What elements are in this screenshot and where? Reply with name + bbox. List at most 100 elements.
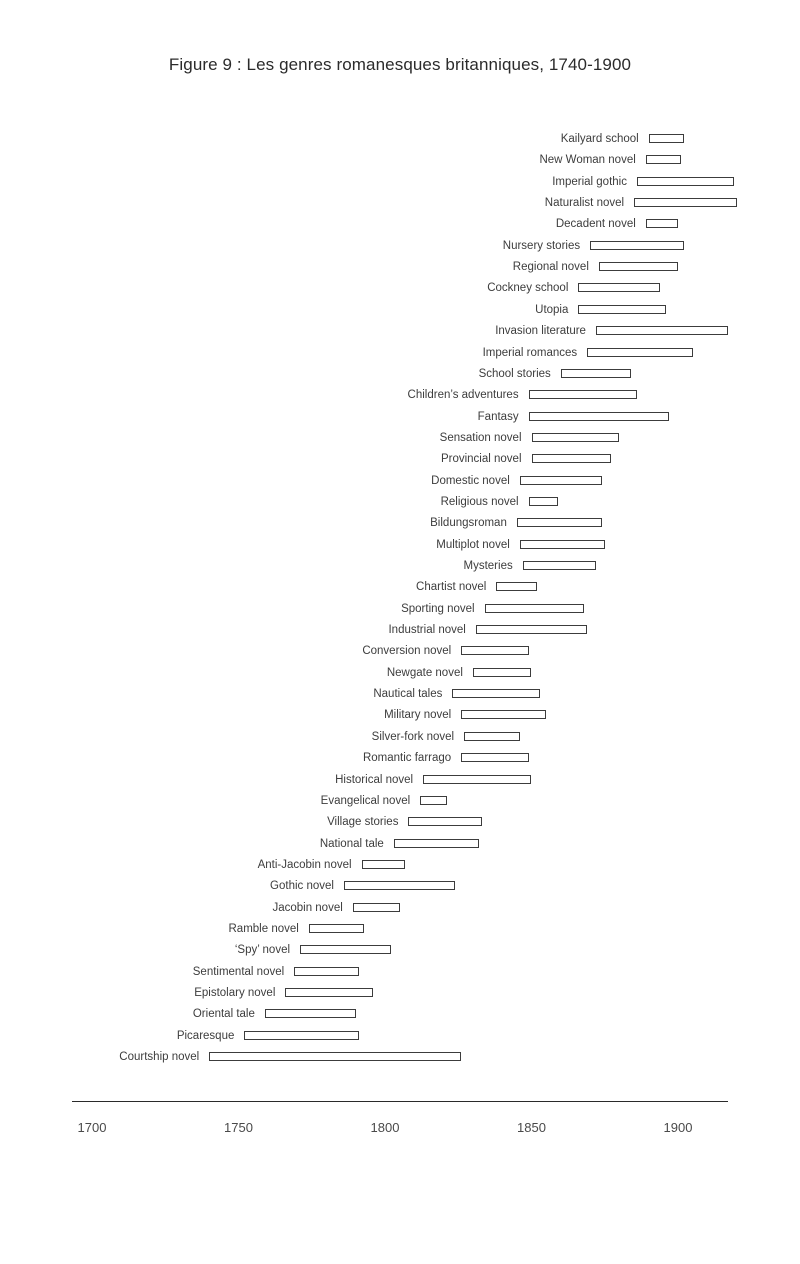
genre-label: Nursery stories	[502, 239, 581, 252]
chart-plot-area: Kailyard school New Woman novel Imperial g…	[0, 0, 800, 1100]
genre-row: Naturalist novel	[0, 193, 800, 214]
genre-row: Silver-fork novel	[0, 727, 800, 748]
genre-range-bar	[636, 176, 734, 186]
genre-range-bar	[361, 859, 406, 869]
genre-range-bar	[648, 134, 684, 143]
genre-label: Sporting novel	[401, 602, 475, 615]
genre-range-bar	[522, 561, 596, 570]
genre-row: Imperial romances	[0, 343, 800, 364]
genre-row: ‘Spy’ novel	[0, 940, 800, 961]
genre-range-bar	[519, 539, 605, 549]
genre-label: Sensation novel	[439, 431, 522, 444]
genre-range-bar	[560, 368, 632, 378]
genre-range-bar	[352, 902, 400, 912]
genre-range-bar	[519, 475, 602, 485]
genre-range-bar	[496, 582, 538, 592]
genre-row: Romantic farrago	[0, 748, 800, 769]
genre-label: Utopia	[535, 303, 569, 316]
genre-range-bar	[393, 838, 479, 848]
genre-label: Invasion literature	[495, 325, 586, 338]
genre-label: Kailyard school	[560, 133, 639, 145]
genre-range-bar	[578, 304, 667, 314]
genre-range-bar	[452, 689, 541, 699]
genre-row: Anti-Jacobin novel	[0, 855, 800, 876]
genre-label: Industrial novel	[388, 624, 466, 637]
genre-row: Sensation novel	[0, 428, 800, 449]
genre-label: Gothic novel	[270, 880, 334, 893]
genre-range-bar	[420, 795, 447, 805]
genre-range-bar	[645, 219, 678, 229]
genre-range-bar	[300, 945, 391, 955]
genre-range-bar	[595, 326, 728, 336]
genre-range-bar	[634, 198, 737, 208]
genre-label: Nautical tales	[373, 688, 443, 701]
genre-label: Regional novel	[512, 261, 589, 274]
genre-row: Epistolary novel	[0, 983, 800, 1004]
genre-label: Imperial gothic	[552, 175, 627, 188]
genre-label: Conversion novel	[362, 645, 452, 658]
genre-label: Romantic farrago	[362, 752, 452, 765]
genre-row: Invasion literature	[0, 321, 800, 342]
genre-range-bar	[264, 1009, 356, 1019]
genre-row: Utopia	[0, 300, 800, 321]
x-axis-tick-label: 1900	[663, 1120, 693, 1135]
genre-label: Courtship novel	[119, 1051, 200, 1064]
x-axis-tick-label: 1850	[517, 1120, 546, 1135]
genre-label: Anti-Jacobin novel	[257, 858, 352, 871]
x-axis-line	[72, 1101, 728, 1102]
genre-range-bar	[528, 411, 670, 421]
genre-row: New Woman novel	[0, 150, 800, 171]
genre-range-bar	[528, 390, 637, 400]
genre-row: Mysteries	[0, 556, 800, 577]
genre-row: Imperial gothic	[0, 172, 800, 193]
genre-label: Fantasy	[477, 410, 519, 423]
genre-range-bar	[423, 774, 532, 784]
genre-range-bar	[285, 988, 374, 997]
genre-range-bar	[475, 625, 588, 635]
genre-label: School stories	[478, 367, 551, 380]
genre-range-bar	[343, 881, 456, 891]
genre-row: Bildungsroman	[0, 513, 800, 534]
genre-row: National tale	[0, 834, 800, 855]
genre-label: ‘Spy’ novel	[234, 944, 291, 957]
genre-label: Bildungsroman	[430, 517, 507, 530]
genre-range-bar	[408, 817, 482, 827]
genre-range-bar	[244, 1030, 359, 1040]
genre-label: Decadent novel	[555, 218, 636, 231]
genre-range-bar	[461, 710, 547, 720]
genre-row: Historical novel	[0, 770, 800, 791]
genre-label: Newgate novel	[386, 666, 463, 679]
genre-row: Courtship novel	[0, 1047, 800, 1068]
genre-row: Kailyard school	[0, 129, 800, 150]
genre-row: Military novel	[0, 705, 800, 726]
genre-row: Village stories	[0, 812, 800, 833]
genre-row: Picaresque	[0, 1026, 800, 1047]
genre-row: Children’s adventures	[0, 385, 800, 406]
genre-range-bar	[516, 518, 602, 528]
genre-row: Conversion novel	[0, 641, 800, 662]
genre-label: Oriental tale	[192, 1008, 255, 1021]
genre-row: Regional novel	[0, 257, 800, 278]
genre-range-bar	[531, 454, 611, 464]
genre-range-bar	[461, 646, 529, 656]
genre-range-bar	[587, 347, 693, 357]
genre-row: Ramble novel	[0, 919, 800, 940]
genre-row: Nautical tales	[0, 684, 800, 705]
genre-label: Military novel	[384, 709, 452, 722]
genre-label: Imperial romances	[482, 346, 578, 359]
genre-range-bar	[294, 966, 359, 976]
genre-range-bar	[598, 262, 678, 272]
genre-row: School stories	[0, 364, 800, 385]
genre-row: Sentimental novel	[0, 962, 800, 983]
x-axis-tick-labels: 1700 1750 1800 1850 1900	[0, 1120, 800, 1144]
genre-label: Naturalist novel	[544, 197, 625, 210]
genre-row: Oriental tale	[0, 1004, 800, 1025]
genre-row: Evangelical novel	[0, 791, 800, 812]
genre-range-bar	[308, 923, 365, 933]
genre-row: Multiplot novel	[0, 535, 800, 556]
genre-range-bar	[461, 753, 529, 763]
genre-label: National tale	[319, 837, 384, 850]
genre-label: Mysteries	[463, 560, 513, 572]
genre-range-bar	[578, 283, 661, 293]
genre-row: Sporting novel	[0, 599, 800, 620]
